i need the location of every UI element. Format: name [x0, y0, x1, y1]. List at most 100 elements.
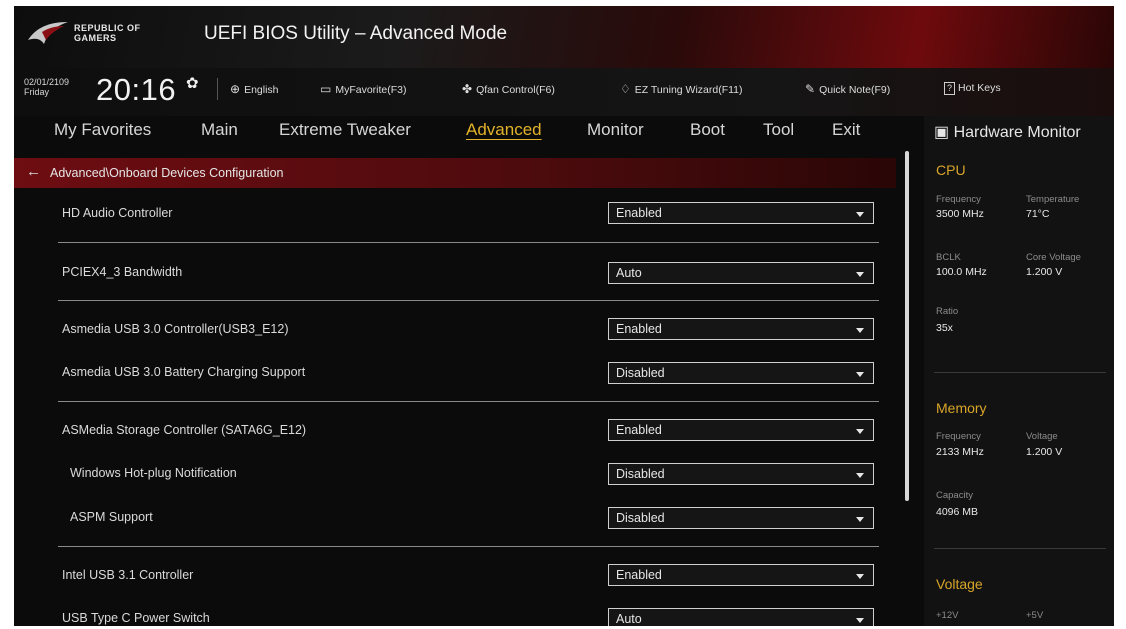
back-arrow-icon[interactable]: ←	[26, 163, 41, 180]
qfan-control-button[interactable]: ✤ Qfan Control(F6)	[462, 82, 555, 96]
setting-label-asmedia-usb-controller: Asmedia USB 3.0 Controller(USB3_E12)	[62, 322, 289, 336]
hot-keys-label: Hot Keys	[958, 82, 1001, 94]
setting-label-windows-hot-plug: Windows Hot-plug Notification	[70, 466, 237, 480]
monitor-icon: ▣	[934, 124, 950, 141]
memory-frequency-value: 2133 MHz	[936, 446, 984, 458]
setting-label-intel-usb-controller: Intel USB 3.1 Controller	[62, 568, 194, 582]
setting-label-usb-type-c-power: USB Type C Power Switch	[62, 611, 210, 625]
setting-label-hd-audio: HD Audio Controller	[62, 206, 173, 220]
fan-icon: ✤	[462, 82, 473, 96]
quick-note-label: Quick Note(F9)	[819, 84, 891, 96]
core-voltage-label: Core Voltage	[1026, 252, 1081, 263]
cpu-frequency-label: Frequency	[936, 194, 981, 205]
dropdown-value: Enabled	[616, 322, 662, 336]
chevron-down-icon	[856, 473, 864, 478]
dropdown-value: Enabled	[616, 423, 662, 437]
voltage-heading: Voltage	[936, 576, 983, 592]
tab-main[interactable]: Main	[201, 120, 238, 140]
capacity-value: 4096 MB	[936, 506, 979, 518]
note-icon: ✎	[805, 82, 816, 96]
settings-list: HD Audio Controller Enabled PCIEX4_3 Ban…	[14, 188, 909, 626]
hot-keys-button[interactable]: ? Hot Keys	[944, 82, 1001, 95]
quick-note-button[interactable]: ✎ Quick Note(F9)	[805, 82, 890, 96]
language-label: English	[244, 84, 279, 96]
chevron-down-icon	[856, 272, 864, 277]
settings-scrollbar[interactable]	[905, 151, 909, 501]
bclk-value: 100.0 MHz	[936, 266, 987, 278]
dropdown-asmedia-usb-controller[interactable]: Enabled	[608, 318, 874, 340]
globe-icon: ⊕	[230, 82, 241, 96]
brand-line-1: REPUBLIC OF	[74, 23, 141, 33]
chevron-down-icon	[856, 328, 864, 333]
cpu-temperature-label: Temperature	[1026, 194, 1080, 205]
setting-label-asmedia-battery-charging: Asmedia USB 3.0 Battery Charging Support	[62, 365, 306, 379]
tab-tool[interactable]: Tool	[763, 120, 794, 140]
ez-tuning-label: EZ Tuning Wizard(F11)	[634, 84, 743, 96]
ez-tuning-wizard-button[interactable]: ♢ EZ Tuning Wizard(F11)	[620, 82, 743, 96]
myfavorite-button[interactable]: ▭ MyFavorite(F3)	[320, 82, 407, 96]
dropdown-aspm-support[interactable]: Disabled	[608, 507, 874, 529]
hardware-monitor-title: ▣ Hardware Monitor	[934, 122, 1081, 142]
clock-settings-gear-icon[interactable]: ✿	[186, 74, 199, 92]
dropdown-value: Disabled	[616, 511, 665, 525]
hardware-monitor-panel: ▣ Hardware Monitor CPU Frequency 3500 MH…	[924, 116, 1114, 626]
tab-advanced[interactable]: Advanced	[466, 120, 542, 140]
ratio-value: 35x	[936, 322, 953, 334]
rog-eye-icon	[28, 22, 68, 44]
chevron-down-icon	[856, 429, 864, 434]
dropdown-value: Enabled	[616, 206, 662, 220]
bios-window: REPUBLIC OF GAMERS UEFI BIOS Utility – A…	[14, 6, 1114, 626]
memory-voltage-label: Voltage	[1026, 431, 1058, 442]
title-bar: REPUBLIC OF GAMERS UEFI BIOS Utility – A…	[14, 6, 1114, 68]
cpu-heading: CPU	[936, 162, 966, 178]
dropdown-windows-hot-plug[interactable]: Disabled	[608, 463, 874, 485]
dropdown-asmedia-battery-charging[interactable]: Disabled	[608, 362, 874, 384]
chevron-down-icon	[856, 574, 864, 579]
divider	[217, 78, 218, 100]
day-text: Friday	[24, 87, 50, 97]
dropdown-asmedia-storage-controller[interactable]: Enabled	[608, 419, 874, 441]
dropdown-value: Enabled	[616, 568, 662, 582]
tab-monitor[interactable]: Monitor	[587, 120, 644, 140]
language-button[interactable]: ⊕ English	[230, 82, 279, 96]
breadcrumb-path: Advanced\Onboard Devices Configuration	[50, 166, 284, 180]
help-icon: ?	[944, 82, 956, 95]
ratio-label: Ratio	[936, 306, 959, 317]
memory-heading: Memory	[936, 400, 987, 416]
bclk-label: BCLK	[936, 252, 961, 263]
dropdown-value: Disabled	[616, 467, 665, 481]
lightbulb-icon: ♢	[620, 82, 631, 96]
dropdown-pciex4-bandwidth[interactable]: Auto	[608, 262, 874, 284]
info-bar: 02/01/2109 Friday 20:16 ✿ ⊕ English ▭ MyFa…	[14, 68, 1114, 116]
voltage-5v-label: +5V	[1026, 610, 1044, 621]
tab-exit[interactable]: Exit	[832, 120, 860, 140]
tab-my-favorites[interactable]: My Favorites	[54, 120, 151, 140]
setting-label-aspm-support: ASPM Support	[70, 510, 153, 524]
divider	[58, 242, 879, 243]
memory-voltage-value: 1.200 V	[1026, 446, 1063, 458]
dropdown-value: Disabled	[616, 366, 665, 380]
dropdown-usb-type-c-power[interactable]: Auto	[608, 608, 874, 626]
cpu-frequency-value: 3500 MHz	[936, 208, 984, 220]
divider	[58, 401, 879, 402]
dropdown-value: Auto	[616, 612, 642, 626]
chevron-down-icon	[856, 212, 864, 217]
myfavorite-label: MyFavorite(F3)	[335, 84, 407, 96]
cpu-temperature-value: 71°C	[1026, 208, 1050, 220]
chevron-down-icon	[856, 517, 864, 522]
tab-extreme-tweaker[interactable]: Extreme Tweaker	[279, 120, 411, 140]
divider	[58, 300, 879, 301]
chevron-down-icon	[856, 618, 864, 623]
brand-line-2: GAMERS	[74, 33, 117, 43]
qfan-label: Qfan Control(F6)	[476, 84, 555, 96]
tab-boot[interactable]: Boot	[690, 120, 725, 140]
dropdown-intel-usb-controller[interactable]: Enabled	[608, 564, 874, 586]
dropdown-hd-audio[interactable]: Enabled	[608, 202, 874, 224]
setting-label-asmedia-storage-controller: ASMedia Storage Controller (SATA6G_E12)	[62, 423, 307, 437]
chevron-down-icon	[856, 372, 864, 377]
main-tabs: My Favorites Main Extreme Tweaker Advanc…	[14, 116, 909, 156]
divider	[58, 546, 879, 547]
core-voltage-value: 1.200 V	[1026, 266, 1063, 278]
divider	[934, 372, 1106, 373]
capacity-label: Capacity	[936, 490, 973, 501]
